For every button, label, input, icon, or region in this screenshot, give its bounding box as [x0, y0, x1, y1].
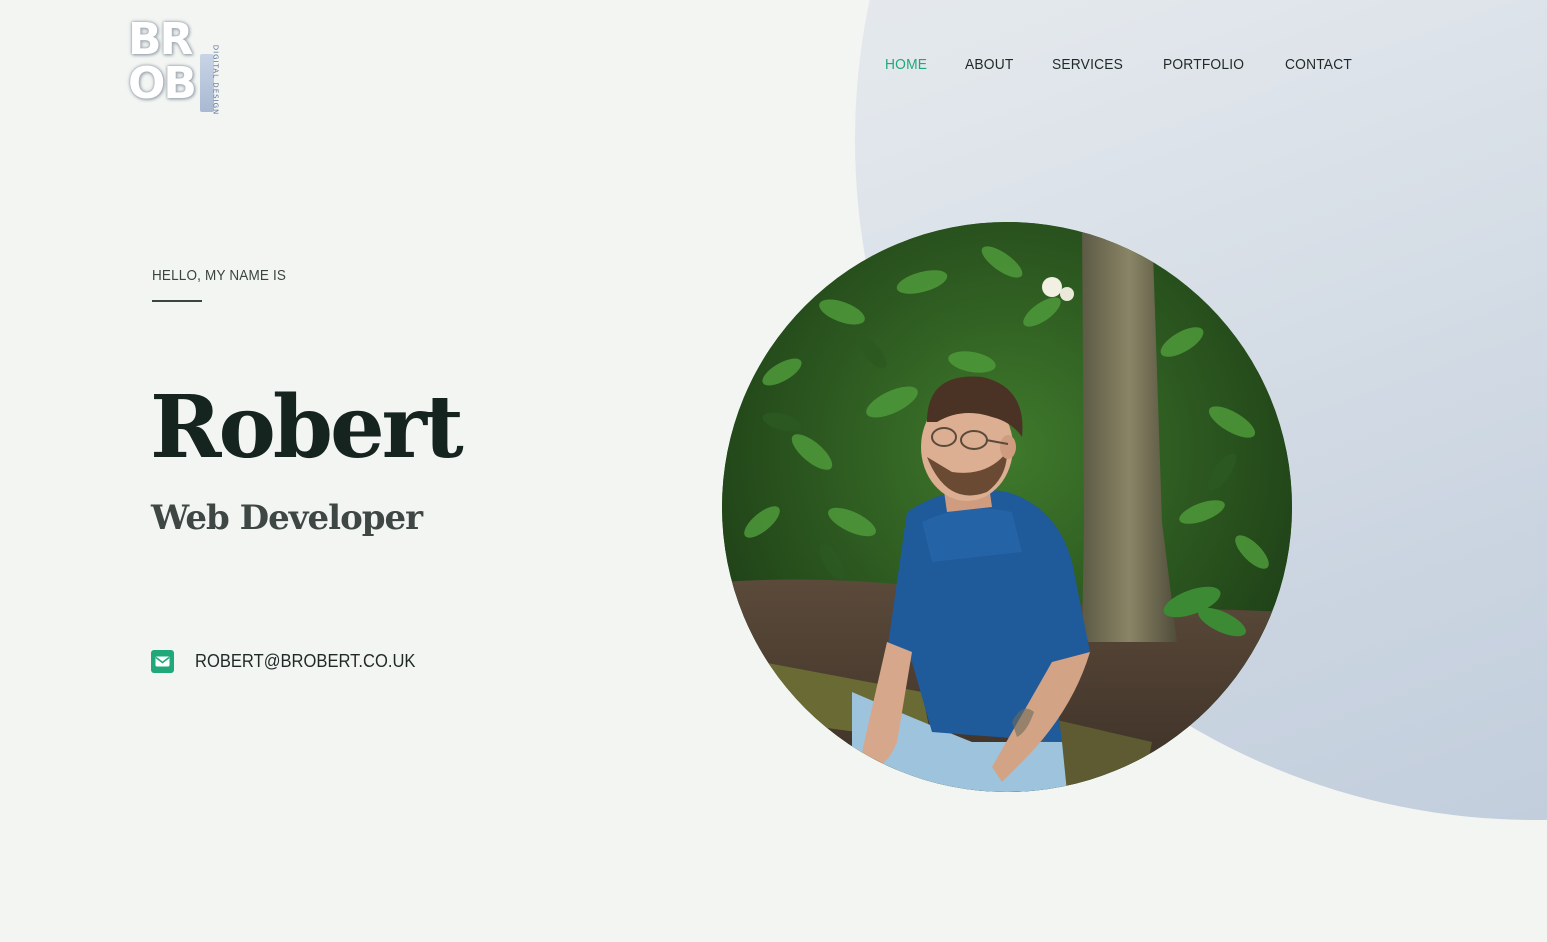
- nav-item-portfolio[interactable]: PORTFOLIO: [1163, 56, 1244, 73]
- nav-item-services[interactable]: SERVICES: [1052, 56, 1123, 73]
- nav-item-home[interactable]: HOME: [885, 56, 927, 73]
- nav-item-about[interactable]: ABOUT: [965, 56, 1013, 73]
- email-link[interactable]: ROBERT@BROBERT.CO.UK: [195, 651, 415, 672]
- hero-greeting: HELLO, MY NAME IS: [152, 267, 287, 284]
- profile-photo-illustration: [722, 222, 1292, 792]
- logo-side-tag: DIGITAL DESIGN: [200, 45, 219, 115]
- logo-side-text: DIGITAL DESIGN: [211, 44, 220, 116]
- greeting-divider: [152, 300, 202, 302]
- logo-line-2: OB: [128, 58, 197, 109]
- logo-mark: BR OB: [128, 14, 197, 109]
- logo-line-1: BR: [128, 14, 193, 65]
- profile-photo: [722, 222, 1292, 792]
- hero-name: Robert: [150, 377, 464, 478]
- hero-role: Web Developer: [151, 498, 423, 538]
- page: BR OB DIGITAL DESIGN HOME ABOUT SERVICES…: [0, 0, 1547, 942]
- nav-item-contact[interactable]: CONTACT: [1285, 56, 1352, 73]
- contact-email-row: ROBERT@BROBERT.CO.UK: [151, 650, 435, 673]
- logo[interactable]: BR OB DIGITAL DESIGN: [128, 14, 219, 116]
- envelope-icon: [151, 650, 174, 673]
- main-nav: HOME ABOUT SERVICES PORTFOLIO CONTACT: [885, 56, 1358, 73]
